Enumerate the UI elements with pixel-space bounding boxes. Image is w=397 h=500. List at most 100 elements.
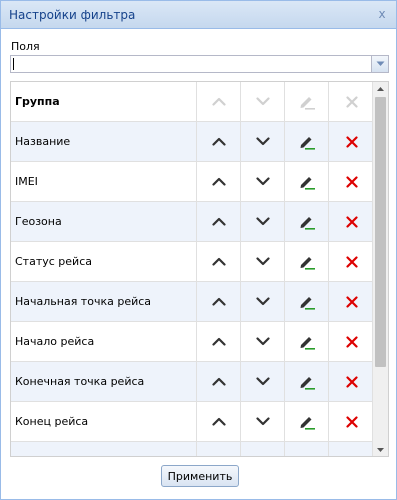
edit-button[interactable] [285, 322, 329, 361]
move-up-button[interactable] [197, 362, 241, 401]
edit-button [285, 82, 329, 121]
field-name: Конец рейса [11, 402, 197, 441]
delete-x-icon [345, 95, 358, 108]
chevron-up-icon [211, 337, 226, 346]
move-down-button[interactable] [241, 122, 285, 161]
chevron-down-icon [255, 257, 270, 266]
vertical-scrollbar[interactable] [372, 82, 388, 456]
pencil-icon [298, 294, 316, 310]
move-up-button[interactable] [197, 242, 241, 281]
scroll-down-arrow-icon[interactable] [373, 443, 388, 456]
move-down-button[interactable] [241, 242, 285, 281]
field-name: Начало рейса [11, 322, 197, 361]
delete-button[interactable] [329, 282, 374, 321]
move-down-button[interactable] [241, 162, 285, 201]
delete-button[interactable] [329, 122, 374, 161]
move-up-button[interactable] [197, 202, 241, 241]
delete-x-icon [345, 375, 358, 388]
chevron-down-icon [255, 177, 270, 186]
chevron-up-icon [211, 297, 226, 306]
delete-x-icon [345, 135, 358, 148]
field-name: Начальная точка рейса [11, 282, 197, 321]
move-up-button[interactable] [197, 282, 241, 321]
grid-row[interactable]: Конечная точка рейса [11, 362, 374, 402]
move-up-button[interactable] [197, 322, 241, 361]
grid-row[interactable]: Начало рейса [11, 322, 374, 362]
move-up-button[interactable] [197, 442, 241, 456]
chevron-down-icon [255, 137, 270, 146]
move-down-button[interactable] [241, 362, 285, 401]
chevron-up-icon [211, 97, 226, 106]
move-up-button[interactable] [197, 122, 241, 161]
chevron-down-icon [255, 377, 270, 386]
delete-x-icon [345, 175, 358, 188]
chevron-up-icon [211, 217, 226, 226]
edit-button[interactable] [285, 122, 329, 161]
chevron-down-icon [255, 297, 270, 306]
delete-button[interactable] [329, 162, 374, 201]
grid-row[interactable]: Название [11, 122, 374, 162]
edit-button[interactable] [285, 282, 329, 321]
chevron-down-icon [376, 61, 384, 66]
dialog-titlebar[interactable]: Настройки фильтра x [1, 1, 396, 29]
chevron-down-icon [255, 417, 270, 426]
field-name: Группа [11, 82, 197, 121]
chevron-up-icon [211, 177, 226, 186]
dropdown-trigger[interactable] [371, 56, 388, 72]
pencil-icon [298, 254, 316, 270]
move-up-button[interactable] [197, 162, 241, 201]
move-up-button[interactable] [197, 402, 241, 441]
field-name: Конечная точка рейса [11, 362, 197, 401]
scrollbar-thumb[interactable] [375, 97, 386, 367]
grid-row[interactable]: Статус рейса [11, 242, 374, 282]
apply-button[interactable]: Применить [161, 465, 239, 487]
pencil-icon [298, 174, 316, 190]
grid-row[interactable]: IMEI [11, 162, 374, 202]
delete-button[interactable] [329, 362, 374, 401]
move-up-button [197, 82, 241, 121]
move-down-button[interactable] [241, 282, 285, 321]
chevron-up-icon [211, 257, 226, 266]
grid-row[interactable]: Геозона [11, 202, 374, 242]
delete-x-icon [345, 215, 358, 228]
chevron-down-icon [255, 337, 270, 346]
grid-row[interactable]: Начальная точка рейса [11, 282, 374, 322]
filter-settings-dialog: Настройки фильтра x Поля Группа Название I… [0, 0, 397, 500]
move-down-button[interactable] [241, 402, 285, 441]
field-name: Статус рейса [11, 242, 197, 281]
edit-button[interactable] [285, 402, 329, 441]
field-name: IMEI [11, 162, 197, 201]
move-down-button [241, 82, 285, 121]
grid-row[interactable]: Группа [11, 82, 374, 122]
delete-x-icon [345, 415, 358, 428]
delete-button[interactable] [329, 322, 374, 361]
close-icon[interactable]: x [376, 7, 388, 21]
edit-button[interactable] [285, 362, 329, 401]
fields-combobox[interactable] [10, 55, 389, 73]
edit-button[interactable] [285, 162, 329, 201]
delete-x-icon [345, 335, 358, 348]
delete-button[interactable] [329, 242, 374, 281]
scroll-up-arrow-icon[interactable] [373, 82, 388, 95]
delete-button[interactable] [329, 442, 374, 456]
move-down-button[interactable] [241, 442, 285, 456]
field-name [11, 442, 197, 456]
delete-x-icon [345, 255, 358, 268]
delete-button [329, 82, 374, 121]
delete-button[interactable] [329, 202, 374, 241]
edit-button[interactable] [285, 242, 329, 281]
delete-button[interactable] [329, 402, 374, 441]
edit-button[interactable] [285, 442, 329, 456]
pencil-icon [298, 134, 316, 150]
edit-button[interactable] [285, 202, 329, 241]
grid-row[interactable]: Конец рейса [11, 402, 374, 442]
pencil-icon [298, 414, 316, 430]
pencil-icon [298, 94, 316, 110]
pencil-icon [298, 214, 316, 230]
grid-row[interactable] [11, 442, 374, 456]
move-down-button[interactable] [241, 322, 285, 361]
fields-label: Поля [11, 40, 40, 53]
chevron-down-icon [255, 97, 270, 106]
field-name: Геозона [11, 202, 197, 241]
move-down-button[interactable] [241, 202, 285, 241]
